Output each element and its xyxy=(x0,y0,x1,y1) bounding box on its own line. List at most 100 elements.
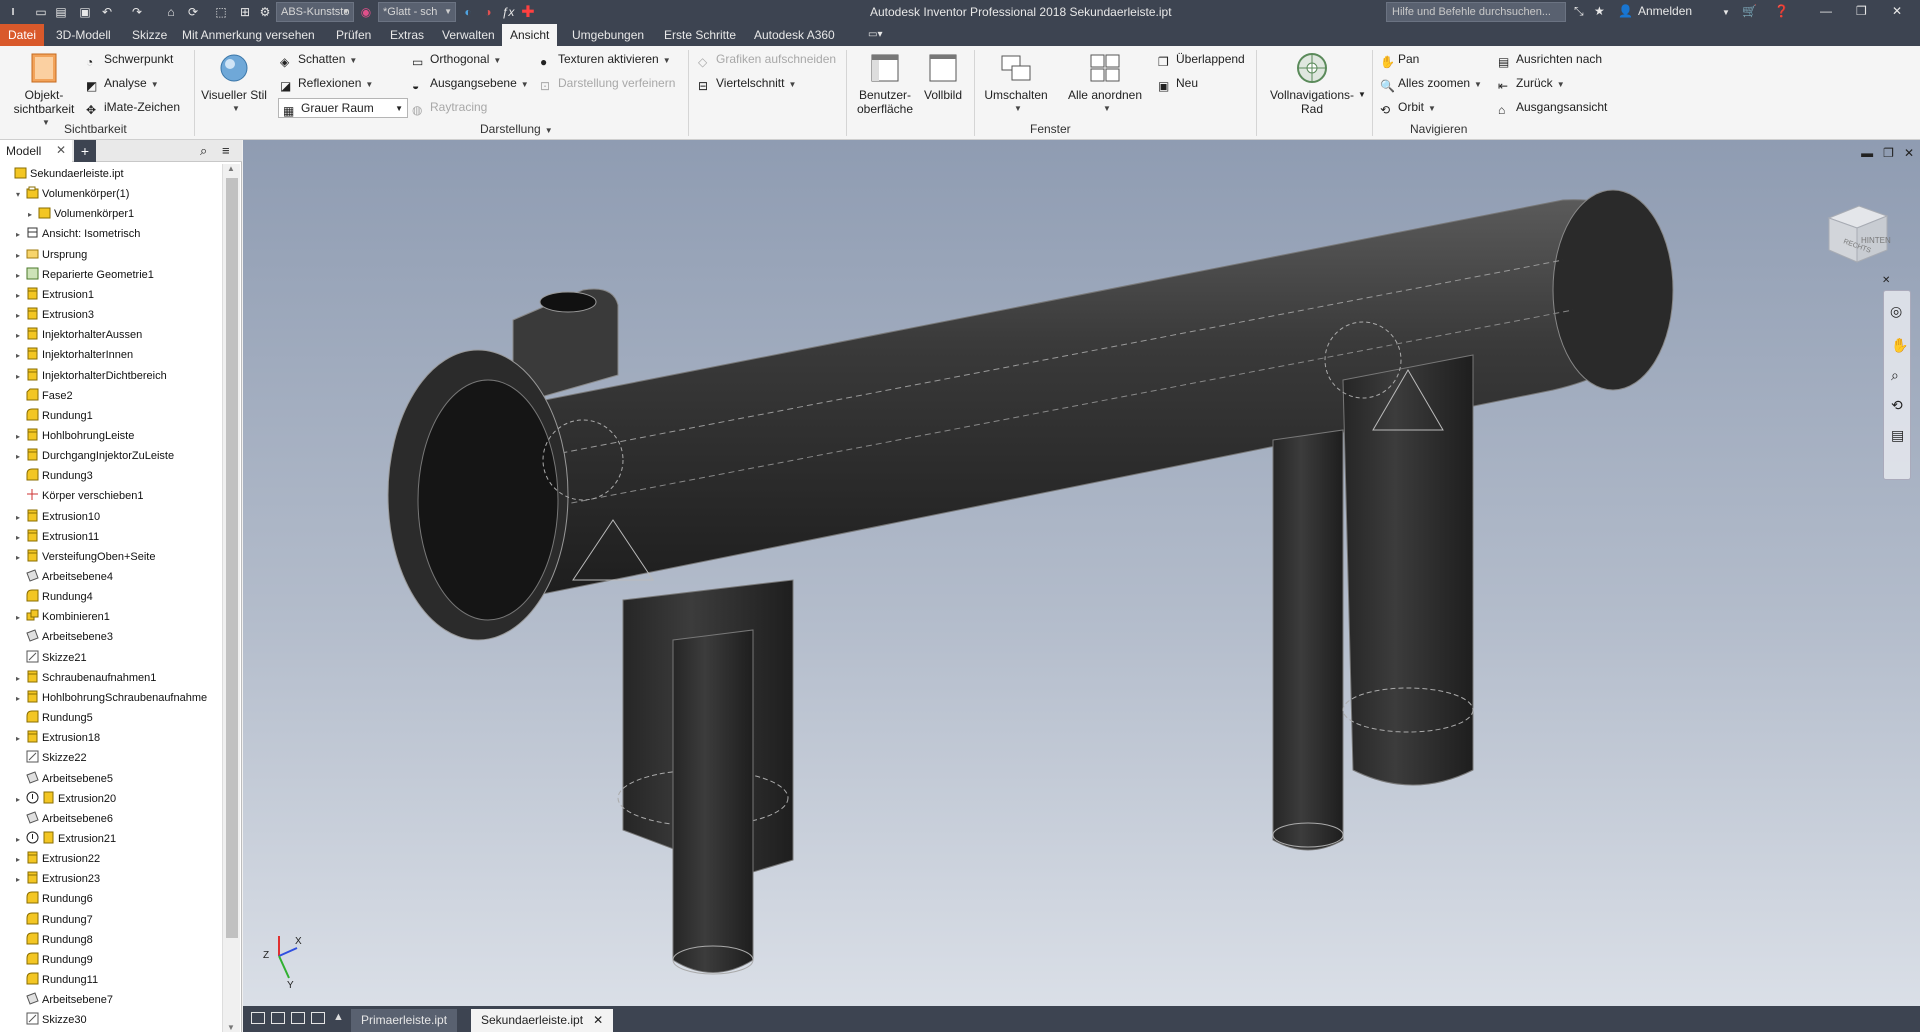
tab-erste-schritte[interactable]: Erste Schritte xyxy=(656,24,744,46)
browser-node[interactable]: ▸ Extrusion10 xyxy=(16,507,100,527)
browser-scrollbar[interactable]: ▲ ▼ xyxy=(222,164,240,1032)
expand-icon[interactable]: ▸ xyxy=(16,447,26,467)
pan-button[interactable]: ✋ Pan xyxy=(1380,52,1419,69)
tile-vertical-icon[interactable] xyxy=(251,1012,265,1024)
enable-textures-button[interactable]: ● Texturen aktivieren ▼ xyxy=(540,52,671,69)
add-icon[interactable]: ✚ xyxy=(520,3,536,21)
material-dropdown[interactable]: ABS-Kunststo ▼ xyxy=(276,2,354,22)
browser-node[interactable]: ▸ Kombinieren1 xyxy=(16,607,110,627)
browser-node[interactable]: Rundung1 xyxy=(16,406,93,426)
tab-skizze[interactable]: Skizze xyxy=(124,24,175,46)
expand-icon[interactable]: ▸ xyxy=(16,346,26,366)
shadows-button[interactable]: ◈ Schatten ▼ xyxy=(280,52,357,69)
refine-display-button[interactable]: ⊡ Darstellung verfeinern xyxy=(540,76,675,93)
browser-node[interactable]: ▸ Ursprung xyxy=(16,245,87,265)
new-icon[interactable]: ▭ xyxy=(32,3,50,21)
browser-node[interactable]: Rundung11 xyxy=(16,970,98,990)
zoom-all-button[interactable]: 🔍 Alles zoomen ▼ xyxy=(1380,76,1482,93)
expand-icon[interactable]: ▸ xyxy=(16,548,26,568)
browser-node[interactable]: ▸ Ansicht: Isometrisch xyxy=(16,224,140,244)
orbit-icon[interactable]: ⟲ xyxy=(1891,397,1903,414)
quarter-section-button[interactable]: ⊟ Viertelschnitt ▼ xyxy=(698,76,796,93)
browser-node[interactable]: Sekundaerleiste.ipt xyxy=(4,164,124,184)
browser-node[interactable]: Arbeitsebene5 xyxy=(16,769,113,789)
zoom-icon[interactable]: ⌕ xyxy=(1891,367,1899,384)
search-icon[interactable]: ⌕ xyxy=(200,143,207,159)
visual-style-button[interactable]: Visueller Stil ▼ xyxy=(198,52,270,116)
sign-in-button[interactable]: Anmelden xyxy=(1638,4,1692,18)
center-of-gravity-button[interactable]: ◔ Schwerpunkt xyxy=(86,52,173,69)
browser-node[interactable]: ▸ InjektorhalterInnen xyxy=(16,345,133,365)
user-interface-button[interactable]: Benutzer- oberfläche xyxy=(850,52,920,116)
menu-icon[interactable]: ≡ xyxy=(222,143,230,158)
doc-tab-sekundaerleiste[interactable]: Sekundaerleiste.ipt ✕ xyxy=(471,1009,614,1032)
lighting-style-dropdown[interactable]: ▦ Grauer Raum ▼ xyxy=(278,98,408,118)
model-render[interactable] xyxy=(243,140,1920,1006)
close-icon[interactable]: ✕ xyxy=(593,1013,603,1027)
restore-window-button[interactable]: ❐ xyxy=(1856,4,1867,18)
home-icon[interactable]: ⌂ xyxy=(162,3,180,21)
browser-node[interactable]: ▸ HohlbohrungLeiste xyxy=(16,426,134,446)
tab-ansicht[interactable]: Ansicht xyxy=(502,24,558,46)
expand-icon[interactable]: ▸ xyxy=(28,205,38,225)
close-navbar-icon[interactable]: ✕ xyxy=(1882,275,1890,286)
browser-node[interactable]: ▾ Volumenkörper(1) xyxy=(16,184,129,204)
object-visibility-button[interactable]: Objekt- sichtbarkeit ▼ xyxy=(12,52,76,130)
browser-node[interactable]: Skizze22 xyxy=(16,748,87,768)
minimize-window-button[interactable]: — xyxy=(1820,4,1832,18)
expand-icon[interactable]: ▸ xyxy=(16,508,26,528)
previous-view-button[interactable]: ⇤ Zurück ▼ xyxy=(1498,76,1565,93)
expand-icon[interactable]: ▸ xyxy=(16,689,26,709)
browser-node[interactable]: Rundung6 xyxy=(16,889,93,909)
close-icon[interactable]: ✕ xyxy=(56,143,66,157)
browser-node[interactable]: ▸ DurchgangInjektorZuLeiste xyxy=(16,446,174,466)
expand-icon[interactable]: ▸ xyxy=(16,286,26,306)
scroll-up-icon[interactable]: ▲ xyxy=(227,164,235,173)
tab-extras[interactable]: Extras xyxy=(382,24,432,46)
browser-node[interactable]: ▸ InjektorhalterDichtbereich xyxy=(16,366,167,386)
browser-node[interactable]: ▸ InjektorhalterAussen xyxy=(16,325,142,345)
browser-node[interactable]: Fase2 xyxy=(16,386,73,406)
browser-node[interactable]: Skizze21 xyxy=(16,648,87,668)
adjust-icon[interactable]: ◑ xyxy=(480,3,496,21)
scrollbar-thumb[interactable] xyxy=(226,178,238,938)
document-menu-icon[interactable]: ▲ xyxy=(333,1011,344,1023)
full-screen-button[interactable]: Vollbild xyxy=(918,52,968,102)
pan-icon[interactable]: ✋ xyxy=(1891,337,1908,354)
tab-3d-modell[interactable]: 3D-Modell xyxy=(48,24,119,46)
switch-window-button[interactable]: Umschalten ▼ xyxy=(978,52,1054,116)
scroll-down-icon[interactable]: ▼ xyxy=(227,1023,235,1032)
orthographic-button[interactable]: ▭ Orthogonal ▼ xyxy=(412,52,501,69)
expand-icon[interactable]: ▸ xyxy=(16,850,26,870)
expand-icon[interactable]: ▸ xyxy=(16,830,26,850)
add-browser-tab-button[interactable]: + xyxy=(74,140,96,162)
browser-node[interactable]: Arbeitsebene4 xyxy=(16,567,113,587)
browser-node[interactable]: ▸ HohlbohrungSchraubenaufnahme xyxy=(16,688,207,708)
cascade-button[interactable]: ❐ Überlappend xyxy=(1158,52,1245,69)
tab-autodesk-a360[interactable]: Autodesk A360 xyxy=(746,24,843,46)
cascade-view-icon[interactable] xyxy=(311,1012,325,1024)
imate-glyphs-button[interactable]: ✥ iMate-Zeichen xyxy=(86,100,180,117)
browser-node[interactable]: ▸ Extrusion11 xyxy=(16,527,99,547)
raytracing-button[interactable]: ◍ Raytracing xyxy=(412,100,487,117)
search-options-icon[interactable]: ⤡ xyxy=(1574,4,1584,19)
fx-icon[interactable]: ƒx xyxy=(500,3,516,21)
clip-graphics-button[interactable]: ◇ Grafiken aufschneiden xyxy=(698,52,836,69)
browser-node[interactable]: ▸ Extrusion1 xyxy=(16,285,94,305)
graphics-window[interactable]: ▬ ❐ ✕ RECHTS HINTEN ✕ ◎ ✋ ⌕ ⟲ ▤ X Y Z xyxy=(243,140,1920,1006)
expand-icon[interactable]: ▸ xyxy=(16,225,26,245)
browser-node[interactable]: ▸ Extrusion21 xyxy=(16,829,116,849)
tab-datei[interactable]: Datei xyxy=(0,24,45,46)
expand-icon[interactable]: ▸ xyxy=(16,367,26,387)
look-at-button[interactable]: ▤ Ausrichten nach xyxy=(1498,52,1602,69)
browser-node[interactable]: Arbeitsebene3 xyxy=(16,627,113,647)
expand-icon[interactable]: ▸ xyxy=(16,528,26,548)
tab-model[interactable]: Modell ✕ xyxy=(0,140,72,162)
tile-horizontal-icon[interactable] xyxy=(291,1012,305,1024)
expand-icon[interactable]: ▸ xyxy=(16,306,26,326)
nav-wheel-dropdown-icon[interactable]: ▼ xyxy=(1358,90,1366,99)
browser-node[interactable]: ▸ Extrusion3 xyxy=(16,305,94,325)
tile-grid-icon[interactable] xyxy=(271,1012,285,1024)
ground-plane-button[interactable]: ◒ Ausgangsebene ▼ xyxy=(412,76,529,93)
expand-icon[interactable]: ▸ xyxy=(16,326,26,346)
